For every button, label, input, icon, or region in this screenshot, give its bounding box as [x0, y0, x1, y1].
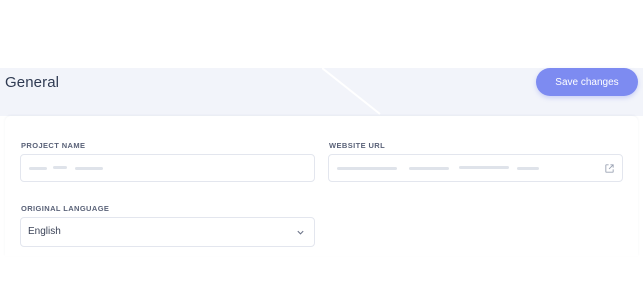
website-url-label: WEBSITE URL — [329, 141, 386, 150]
settings-card: PROJECT NAME WEBSITE URL ORIGINAL LANGUA… — [5, 116, 638, 256]
blurred-text — [517, 167, 539, 170]
blurred-text — [409, 167, 449, 170]
page-title: General — [5, 74, 60, 91]
original-language-select[interactable]: English — [20, 217, 315, 247]
original-language-value: English — [28, 226, 61, 237]
blurred-text — [29, 167, 47, 170]
external-link-icon[interactable] — [604, 163, 615, 174]
project-name-label: PROJECT NAME — [21, 141, 86, 150]
chevron-down-icon — [297, 230, 304, 235]
blurred-text — [75, 167, 103, 170]
blurred-text — [337, 167, 397, 170]
save-changes-button[interactable]: Save changes — [536, 68, 638, 96]
decorative-diagonal — [322, 68, 381, 115]
original-language-label: ORIGINAL LANGUAGE — [21, 204, 110, 213]
blurred-text — [53, 166, 67, 169]
project-name-input[interactable] — [20, 154, 315, 182]
website-url-input[interactable] — [328, 154, 623, 182]
blurred-text — [459, 166, 509, 169]
